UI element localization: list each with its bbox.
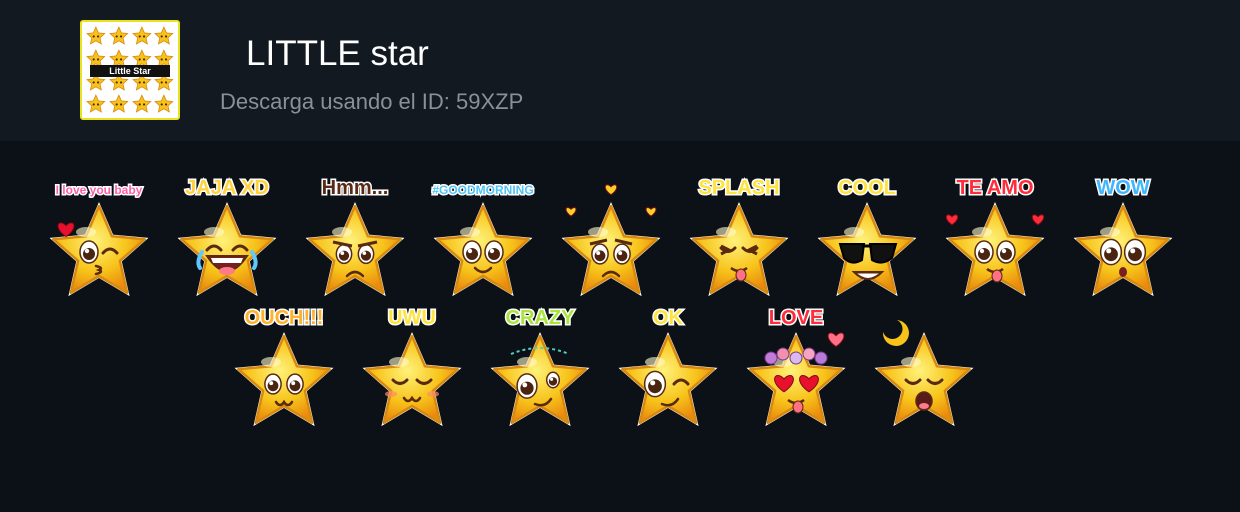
sticker-crazy[interactable]: CRAZY: [485, 302, 595, 432]
thumbnail-mini-star: [108, 94, 129, 113]
sticker-sleeping[interactable]: [869, 302, 979, 432]
sticker-caption: OK: [653, 307, 684, 329]
sticker-caption: JAJA XD: [185, 177, 269, 199]
pack-title: LITTLE star: [246, 34, 429, 73]
star-sticker-art: WOW: [1073, 176, 1173, 297]
star-sticker-art: OK: [618, 306, 718, 427]
sticker-sunglasses[interactable]: COOL: [812, 172, 922, 302]
sticker-surprised[interactable]: WOW: [1068, 172, 1178, 302]
sticker-kiss-heart[interactable]: I love you baby: [44, 172, 154, 302]
sticker-wink[interactable]: OK: [613, 302, 723, 432]
star-sticker-art: JAJA XD: [177, 176, 277, 297]
star-sticker-art: I love you baby: [49, 182, 149, 297]
sticker-caption: OUCH!!!: [245, 307, 324, 329]
sticker-caption: Hmm...: [322, 177, 389, 199]
pack-thumbnail[interactable]: Little Star: [80, 20, 180, 120]
sticker-sad-hearts[interactable]: [556, 172, 666, 302]
star-sticker-art: CRAZY: [490, 306, 590, 427]
thumbnail-mini-star: [108, 26, 129, 45]
sticker-caption: UWU: [388, 307, 436, 329]
star-sticker-art: TE AMO: [945, 176, 1045, 297]
star-sticker-art: LOVE: [746, 306, 846, 427]
thumbnail-mini-star: [154, 26, 174, 45]
sticker-suspicious[interactable]: Hmm...: [300, 172, 410, 302]
sticker-tongue-out[interactable]: SPLASH: [684, 172, 794, 302]
thumbnail-mini-star: [131, 26, 152, 45]
thumbnail-mini-star: [154, 94, 174, 113]
thumbnail-mini-star: [86, 26, 106, 45]
star-sticker-art: Hmm...: [305, 176, 405, 297]
star-sticker-art: UWU: [362, 306, 462, 427]
sticker-caption: I love you baby: [56, 183, 143, 197]
thumbnail-mini-star: [86, 94, 106, 113]
pack-download-id: Descarga usando el ID: 59XZP: [220, 89, 524, 114]
star-sticker-art: #GOODMORNING: [431, 182, 535, 297]
star-sticker-art: COOL: [817, 176, 917, 297]
sticker-caption: CRAZY: [506, 307, 576, 329]
thumbnail-label: Little Star: [90, 65, 170, 77]
sticker-caption: WOW: [1096, 177, 1149, 199]
sticker-ouch[interactable]: OUCH!!!: [229, 302, 339, 432]
sticker-caption: TE AMO: [956, 177, 1033, 199]
sticker-caption: #GOODMORNING: [432, 183, 533, 197]
sticker-laughing-tears[interactable]: JAJA XD: [172, 172, 282, 302]
sticker-caption: COOL: [838, 177, 896, 199]
sticker-smile-sun[interactable]: #GOODMORNING: [428, 172, 538, 302]
pack-header: Little Star LITTLE star Descarga usando …: [0, 0, 1240, 141]
thumbnail-mini-star: [131, 94, 152, 113]
star-sticker-art: SPLASH: [689, 176, 789, 297]
star-sticker-art: [561, 184, 661, 297]
star-sticker-art: [874, 320, 974, 427]
sticker-love-smile[interactable]: TE AMO: [940, 172, 1050, 302]
sticker-caption: SPLASH: [698, 177, 779, 199]
sticker-heart-eyes[interactable]: LOVE: [741, 302, 851, 432]
sticker-caption: LOVE: [769, 307, 823, 329]
star-sticker-art: OUCH!!!: [234, 306, 334, 427]
sticker-uwu[interactable]: UWU: [357, 302, 467, 432]
